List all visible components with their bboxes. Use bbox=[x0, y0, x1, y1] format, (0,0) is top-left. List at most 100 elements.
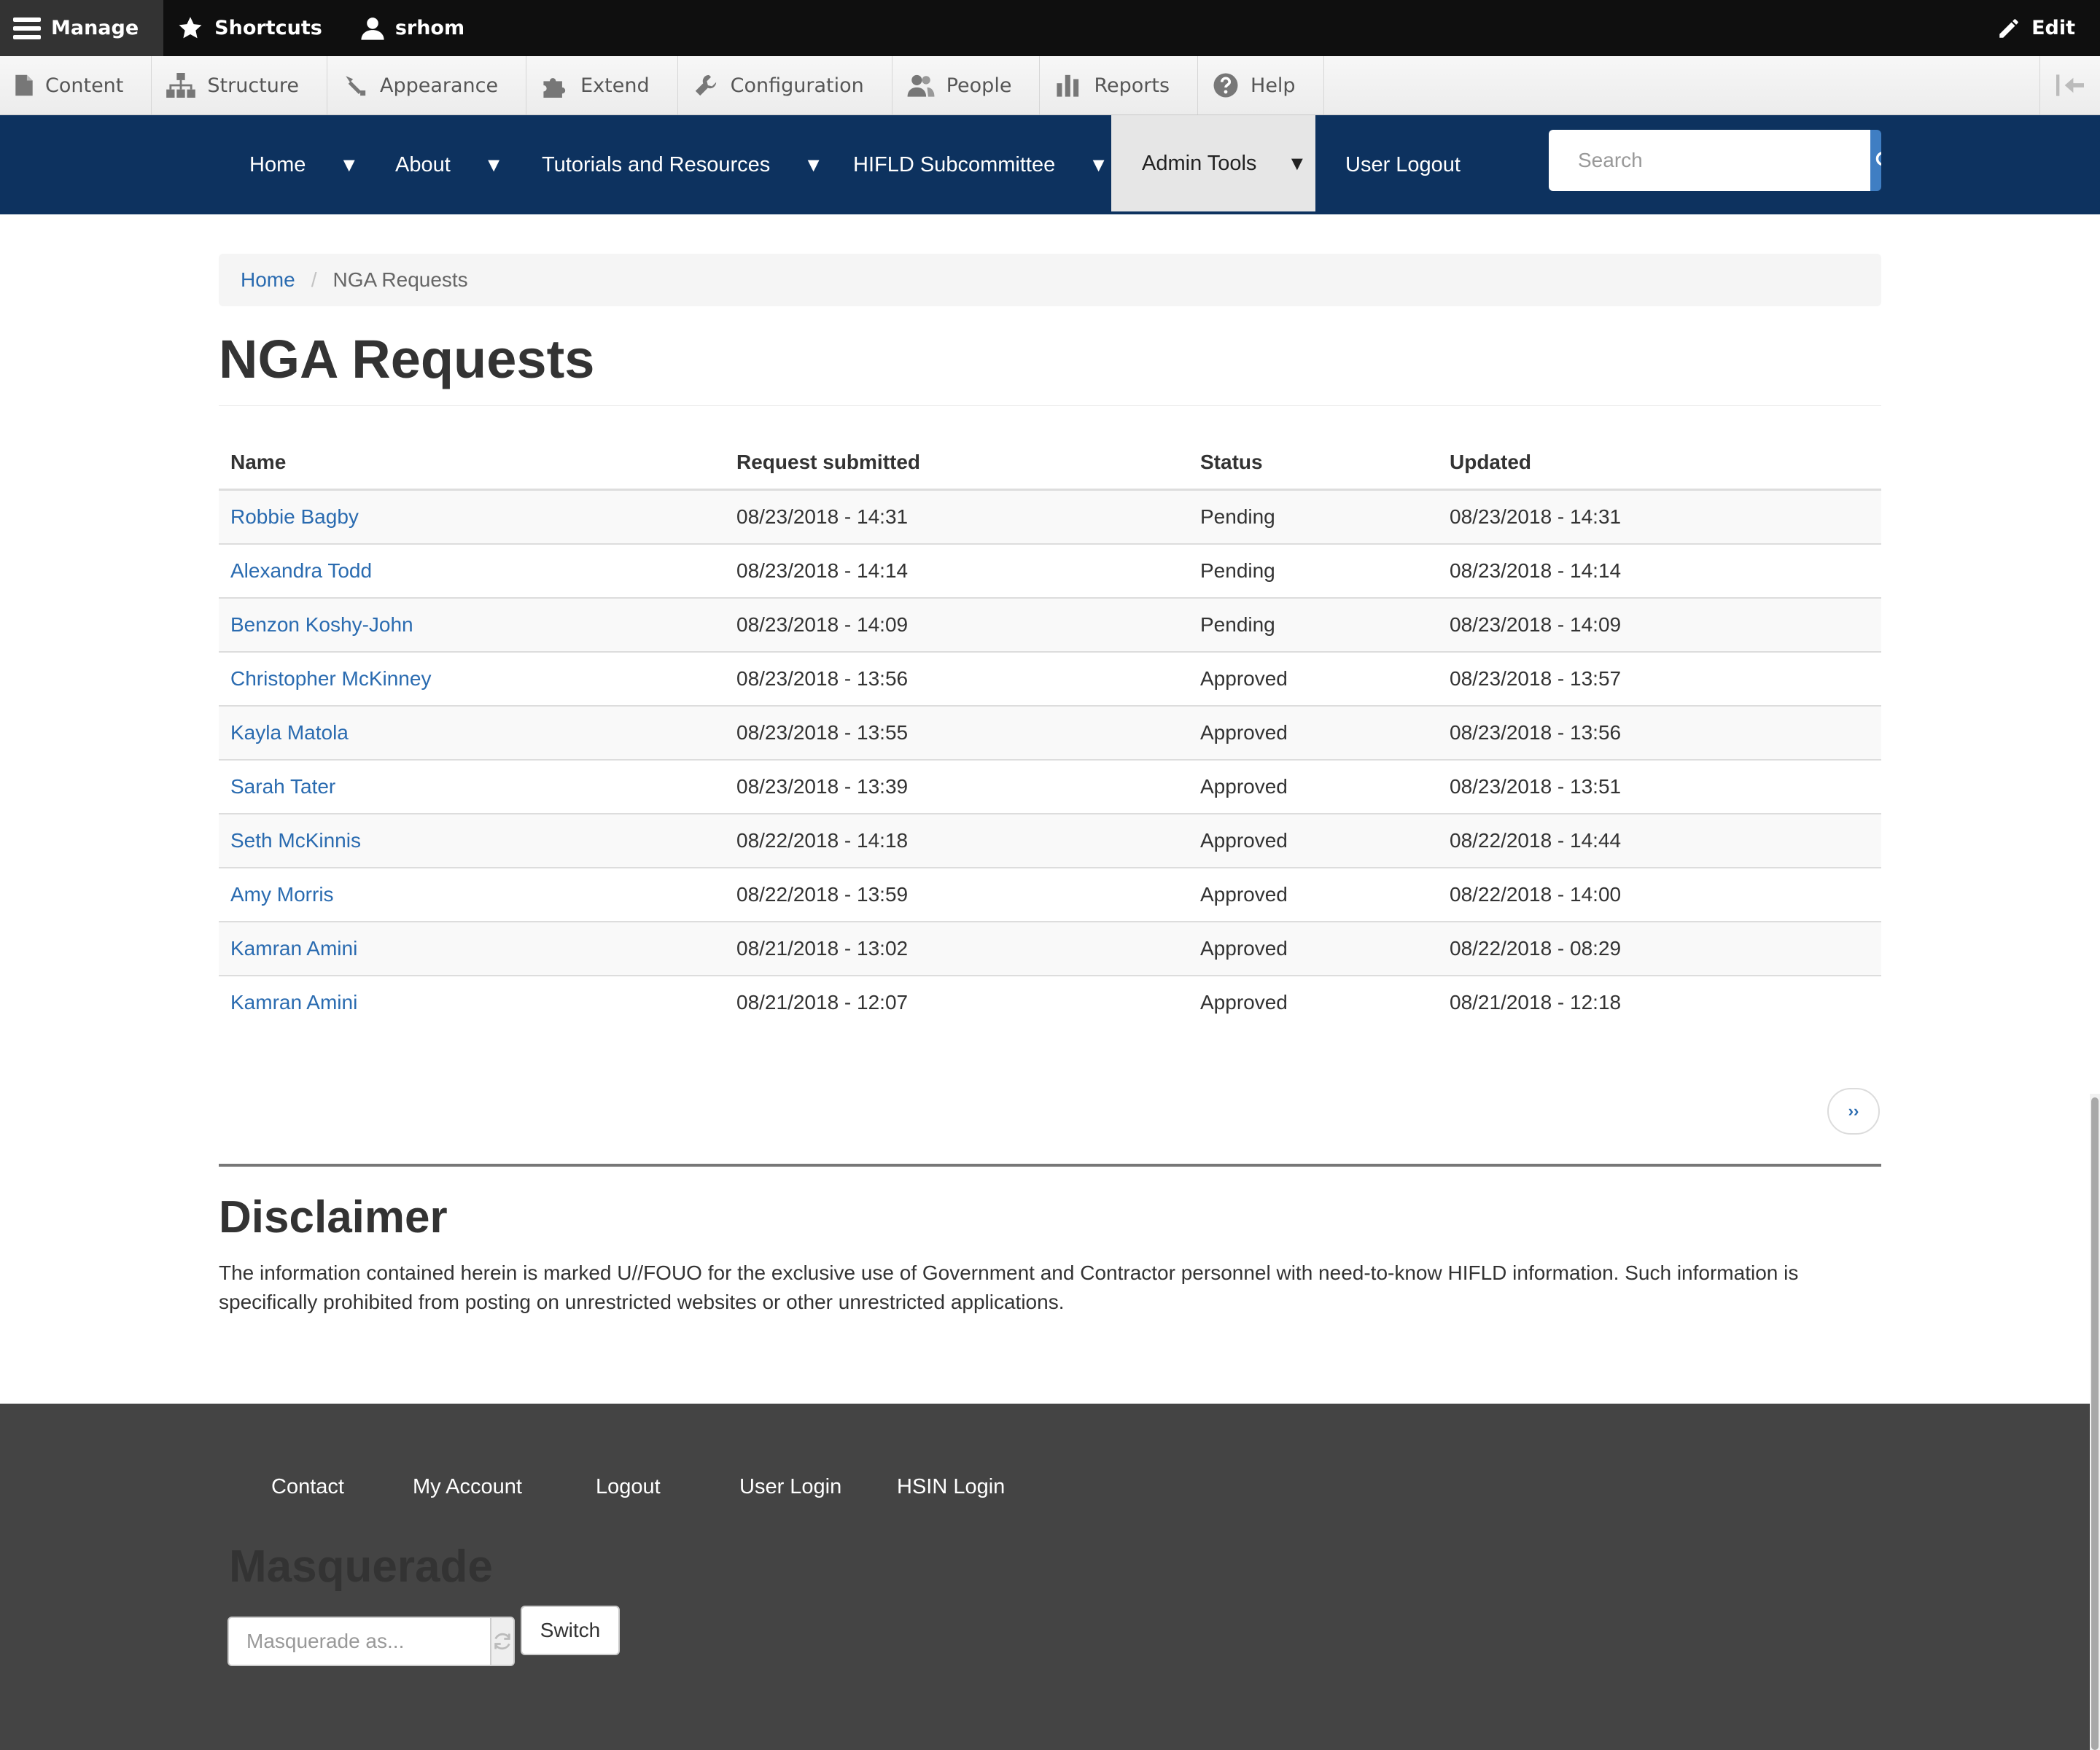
table-cell: 08/23/2018 - 13:39 bbox=[725, 759, 1189, 814]
tray-label-people: People bbox=[946, 74, 1012, 97]
people-icon bbox=[907, 74, 935, 97]
cell-name-link[interactable]: Kayla Matola bbox=[230, 721, 349, 744]
pager-next-button[interactable]: ›› bbox=[1827, 1088, 1880, 1135]
cell-name-link[interactable]: Benzon Koshy-John bbox=[230, 613, 413, 636]
table-cell: 08/23/2018 - 13:55 bbox=[725, 705, 1189, 760]
cell-request-submitted: 08/22/2018 - 14:18 bbox=[736, 829, 909, 852]
table-header-row: Name Request submitted Status Updated bbox=[219, 436, 1881, 491]
nav-label-about: About bbox=[395, 152, 451, 176]
table-cell: 08/23/2018 - 14:14 bbox=[1438, 543, 1881, 598]
masquerade-autocomplete-indicator bbox=[490, 1618, 513, 1665]
cell-name-link[interactable]: Seth McKinnis bbox=[230, 829, 361, 852]
cell-status: Approved bbox=[1200, 721, 1288, 744]
tray-label-help: Help bbox=[1251, 74, 1296, 97]
tray-item-configuration[interactable]: Configuration bbox=[678, 56, 892, 114]
nav-label-admin-tools: Admin Tools bbox=[1142, 151, 1257, 175]
search-icon bbox=[1875, 152, 1881, 166]
help-icon bbox=[1213, 73, 1238, 98]
cell-updated: 08/22/2018 - 08:29 bbox=[1450, 937, 1622, 960]
table-cell: 08/23/2018 - 14:31 bbox=[725, 489, 1189, 544]
nav-item-home[interactable]: Home ▼ bbox=[249, 115, 359, 214]
tray-item-structure[interactable]: Structure bbox=[152, 56, 327, 114]
table-cell: Approved bbox=[1189, 651, 1438, 706]
tray-item-people[interactable]: People bbox=[892, 56, 1041, 114]
edit-tab[interactable]: Edit bbox=[1983, 0, 2100, 56]
masquerade-input[interactable] bbox=[229, 1618, 490, 1665]
search-input[interactable] bbox=[1549, 130, 1870, 191]
user-tab[interactable]: srhom bbox=[347, 0, 489, 56]
breadcrumb-home-link[interactable]: Home bbox=[241, 268, 295, 292]
column-header-updated[interactable]: Updated bbox=[1438, 436, 1881, 491]
table-cell: Approved bbox=[1189, 813, 1438, 868]
table-cell: 08/22/2018 - 08:29 bbox=[1438, 921, 1881, 976]
column-header-request-submitted[interactable]: Request submitted bbox=[725, 436, 1189, 491]
table-row: Benzon Koshy-John 08/23/2018 - 14:09 Pendi… bbox=[219, 597, 1881, 652]
tray-item-appearance[interactable]: Appearance bbox=[327, 56, 527, 114]
collapse-left-icon bbox=[2056, 74, 2084, 96]
table-cell: Kayla Matola bbox=[219, 705, 725, 760]
cell-status: Approved bbox=[1200, 883, 1288, 906]
sitemap-icon bbox=[166, 73, 196, 98]
cell-name-link[interactable]: Robbie Bagby bbox=[230, 505, 359, 528]
cell-name-link[interactable]: Kamran Amini bbox=[230, 991, 357, 1014]
cell-status: Approved bbox=[1200, 829, 1288, 852]
paintbrush-icon bbox=[346, 76, 366, 96]
nav-item-hifld-subcommittee[interactable]: HIFLD Subcommittee ▼ bbox=[853, 115, 1108, 214]
shortcuts-tab[interactable]: Shortcuts bbox=[163, 0, 347, 56]
table-cell: Christopher McKinney bbox=[219, 651, 725, 706]
dropdown-caret-icon[interactable]: ▼ bbox=[339, 154, 359, 176]
tray-label-configuration: Configuration bbox=[730, 74, 864, 97]
tray-label-extend: Extend bbox=[580, 74, 650, 97]
tray-item-reports[interactable]: Reports bbox=[1040, 56, 1199, 114]
cell-status: Pending bbox=[1200, 505, 1275, 528]
table-row: Seth McKinnis 08/22/2018 - 14:18 Approved 0… bbox=[219, 813, 1881, 868]
table-cell: 08/21/2018 - 12:07 bbox=[725, 975, 1189, 1029]
scrollbar-thumb[interactable] bbox=[2091, 1097, 2099, 1750]
cell-updated: 08/23/2018 - 13:56 bbox=[1450, 721, 1622, 744]
dropdown-caret-icon[interactable]: ▼ bbox=[1089, 154, 1108, 176]
column-header-name[interactable]: Name bbox=[219, 436, 725, 491]
cell-name-link[interactable]: Sarah Tater bbox=[230, 775, 335, 798]
tray-item-extend[interactable]: Extend bbox=[526, 56, 678, 114]
cell-name-link[interactable]: Kamran Amini bbox=[230, 937, 357, 960]
cell-name-link[interactable]: Christopher McKinney bbox=[230, 667, 431, 690]
hamburger-icon bbox=[13, 17, 41, 39]
cell-updated: 08/22/2018 - 14:44 bbox=[1450, 829, 1622, 852]
table-cell: Seth McKinnis bbox=[219, 813, 725, 868]
nav-label-hifld-subcommittee: HIFLD Subcommittee bbox=[853, 152, 1056, 176]
manage-tab[interactable]: Manage bbox=[0, 0, 164, 56]
footer-link-my-account[interactable]: My Account bbox=[413, 1475, 522, 1499]
search-button[interactable] bbox=[1870, 130, 1881, 191]
dropdown-caret-icon[interactable]: ▼ bbox=[804, 154, 823, 176]
nav-item-tutorials[interactable]: Tutorials and Resources ▼ bbox=[542, 115, 823, 214]
masquerade-switch-button[interactable]: Switch bbox=[521, 1606, 620, 1655]
requests-table: Name Request submitted Status Updated Ro… bbox=[219, 436, 1881, 1029]
user-icon bbox=[361, 17, 384, 40]
disclaimer-title: Disclaimer bbox=[219, 1192, 448, 1242]
tray-item-help[interactable]: Help bbox=[1198, 56, 1324, 114]
tray-orientation-toggle[interactable] bbox=[2039, 56, 2100, 114]
nav-item-about[interactable]: About ▼ bbox=[395, 115, 504, 214]
tray-label-reports: Reports bbox=[1094, 74, 1170, 97]
table-cell: 08/22/2018 - 14:44 bbox=[1438, 813, 1881, 868]
tray-item-content[interactable]: Content bbox=[0, 56, 152, 114]
nav-item-admin-tools[interactable]: Admin Tools ▼ bbox=[1111, 115, 1315, 211]
nav-label-home: Home bbox=[249, 152, 306, 176]
footer-link-logout[interactable]: Logout bbox=[596, 1475, 661, 1499]
cell-name-link[interactable]: Alexandra Todd bbox=[230, 559, 372, 582]
cell-request-submitted: 08/23/2018 - 14:31 bbox=[736, 505, 909, 528]
dropdown-caret-icon[interactable]: ▼ bbox=[1287, 152, 1307, 175]
column-header-status[interactable]: Status bbox=[1189, 436, 1438, 491]
footer-link-contact[interactable]: Contact bbox=[271, 1475, 344, 1499]
cell-updated: 08/23/2018 - 14:31 bbox=[1450, 505, 1622, 528]
dropdown-caret-icon[interactable]: ▼ bbox=[484, 154, 504, 176]
table-cell: Kamran Amini bbox=[219, 975, 725, 1029]
nav-label-tutorials: Tutorials and Resources bbox=[542, 152, 771, 176]
nav-item-user-logout[interactable]: User Logout bbox=[1345, 115, 1461, 214]
footer-link-hsin-login[interactable]: HSIN Login bbox=[897, 1475, 1005, 1499]
cell-request-submitted: 08/21/2018 - 12:07 bbox=[736, 991, 909, 1014]
footer-link-user-login[interactable]: User Login bbox=[739, 1475, 841, 1499]
cell-name-link[interactable]: Amy Morris bbox=[230, 883, 334, 906]
cell-status: Approved bbox=[1200, 667, 1288, 690]
cell-status: Approved bbox=[1200, 937, 1288, 960]
